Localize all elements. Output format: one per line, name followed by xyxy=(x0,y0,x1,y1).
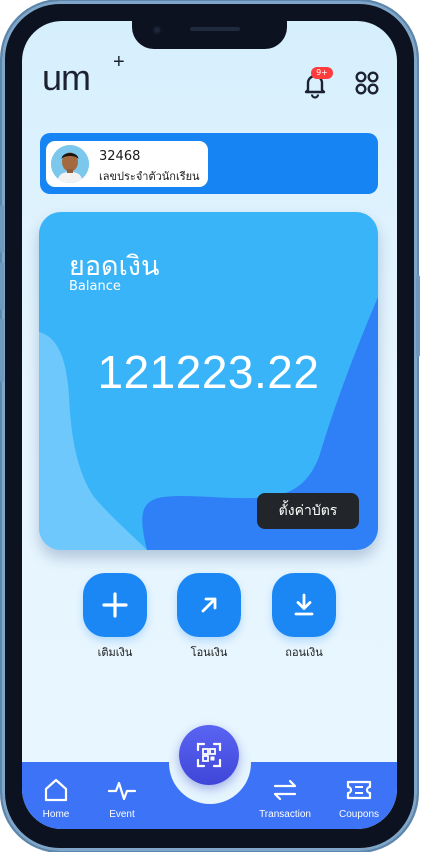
plus-icon xyxy=(102,592,128,618)
withdraw-label: ถอนเงิน xyxy=(285,646,323,659)
side-button xyxy=(0,262,4,310)
transfer-label: โอนเงิน xyxy=(190,646,228,659)
transfer-button[interactable] xyxy=(177,573,241,637)
transfer-action[interactable]: โอนเงิน xyxy=(177,573,241,661)
logo-plus: + xyxy=(113,51,125,73)
app-logo: um + xyxy=(42,51,125,99)
student-id: 32468 xyxy=(99,149,141,164)
withdraw-action[interactable]: ถอนเงิน xyxy=(272,573,336,661)
download-icon xyxy=(294,593,314,616)
side-button xyxy=(416,275,420,357)
card-settings-button[interactable]: ตั้งค่าบัตร xyxy=(257,493,359,529)
transfer-arrows-icon xyxy=(273,779,297,801)
notification-badge: 9+ xyxy=(311,67,333,79)
topup-action[interactable]: เติมเงิน xyxy=(83,573,147,661)
side-button xyxy=(0,318,4,382)
nav-home-label: Home xyxy=(42,809,70,820)
balance-card: ยอดเงิน Balance 121223.22 ตั้งค่าบัตร xyxy=(39,212,378,550)
student-card[interactable]: 32468 เลขประจำตัวนักเรียน xyxy=(46,141,208,187)
side-button xyxy=(0,205,4,253)
speaker xyxy=(190,27,240,31)
nav-event[interactable]: Event xyxy=(105,777,139,820)
menu-grid-icon[interactable] xyxy=(354,70,380,96)
arrow-up-right-icon xyxy=(201,597,217,613)
nav-coupons-label: Coupons xyxy=(338,809,380,820)
notch xyxy=(132,21,287,49)
qr-scan-button[interactable] xyxy=(179,725,239,785)
nav-transaction-label: Transaction xyxy=(259,809,311,820)
camera-icon xyxy=(152,25,162,35)
nav-home[interactable]: Home xyxy=(39,777,73,820)
withdraw-button[interactable] xyxy=(272,573,336,637)
nav-event-label: Event xyxy=(109,809,135,820)
topup-button[interactable] xyxy=(83,573,147,637)
home-icon xyxy=(44,778,68,802)
pulse-icon xyxy=(107,781,137,801)
app-screen: um + 9+ 32468 เลขประจำตัวนักเรียน ยอดเงิ… xyxy=(22,21,397,829)
student-bar: 32468 เลขประจำตัวนักเรียน xyxy=(40,133,378,194)
logo-text: um xyxy=(42,57,91,98)
topup-label: เติมเงิน xyxy=(97,646,133,659)
ticket-icon xyxy=(346,780,372,800)
balance-amount: 121223.22 xyxy=(97,346,320,398)
nav-transaction[interactable]: Transaction xyxy=(253,777,317,820)
balance-subtitle: Balance xyxy=(69,279,121,294)
nav-coupons[interactable]: Coupons xyxy=(335,777,383,820)
qr-scan-icon xyxy=(196,742,222,768)
avatar xyxy=(51,145,89,183)
student-id-label: เลขประจำตัวนักเรียน xyxy=(99,170,200,183)
